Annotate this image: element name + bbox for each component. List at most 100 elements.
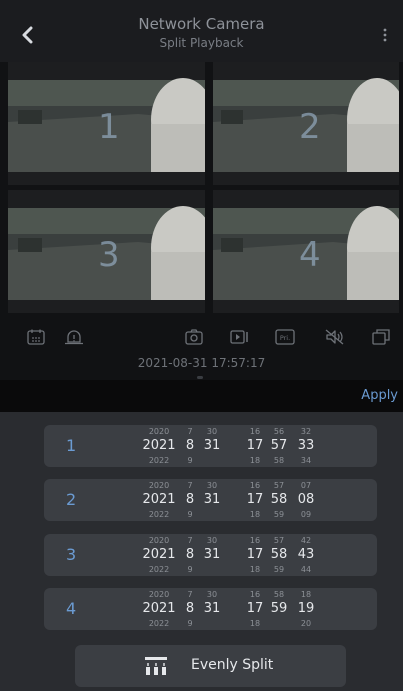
mute-icon <box>325 329 344 345</box>
month-option: 9 <box>187 510 193 519</box>
day-option <box>201 509 223 520</box>
video-cell[interactable]: 3 <box>8 190 205 313</box>
cell-number: 4 <box>299 235 321 275</box>
video-cell[interactable]: 4 <box>213 190 399 313</box>
alarm-bell-icon <box>65 330 83 345</box>
hour-picker[interactable]: 16 17 18 <box>245 480 265 520</box>
page-indicator <box>197 376 203 379</box>
apply-button[interactable]: Apply <box>361 388 398 403</box>
hour-option: 16 <box>249 590 261 599</box>
hour-option: 16 <box>249 481 261 490</box>
year-picker[interactable]: 2020 2021 2022 <box>136 480 182 520</box>
month-option: 7 <box>187 481 193 490</box>
pri-label: Pri. <box>280 334 290 342</box>
calendar-button[interactable] <box>24 326 48 348</box>
record-button[interactable] <box>228 326 252 348</box>
month-picker[interactable]: 7 8 9 <box>182 589 198 629</box>
apply-bar: Apply <box>0 380 403 412</box>
hour-selected: 17 <box>246 547 264 562</box>
evenly-split-button[interactable]: Evenly Split <box>75 645 346 687</box>
back-button[interactable] <box>14 22 40 48</box>
second-option: 32 <box>300 427 312 436</box>
day-option: 30 <box>206 590 218 599</box>
second-picker[interactable]: 18 19 20 <box>294 589 318 629</box>
record-video-icon <box>230 330 248 344</box>
pri-button[interactable]: Pri. <box>273 326 297 348</box>
month-option: 7 <box>187 590 193 599</box>
minute-option: 59 <box>273 510 285 519</box>
month-selected: 8 <box>185 547 195 562</box>
day-option <box>201 455 223 466</box>
year-selected: 2021 <box>142 601 176 616</box>
day-option: 30 <box>206 427 218 436</box>
camera-icon <box>185 329 203 345</box>
hour-selected: 17 <box>246 492 264 507</box>
video-cell[interactable]: 1 <box>8 62 205 185</box>
segment-row-1[interactable]: 1 2020 2021 2022 7 8 9 30 31 16 17 18 56 57 58 32 33 34 <box>44 425 377 467</box>
split-layout-button[interactable] <box>369 326 393 348</box>
year-selected: 2021 <box>142 438 176 453</box>
minute-picker[interactable]: 57 58 59 <box>269 535 289 575</box>
day-picker[interactable]: 30 31 <box>201 589 223 629</box>
hour-option: 16 <box>249 536 261 545</box>
year-selected: 2021 <box>142 547 176 562</box>
segment-row-3[interactable]: 3 2020 2021 2022 7 8 9 30 31 16 17 18 57 58 59 42 43 44 <box>44 534 377 576</box>
minute-option: 58 <box>273 456 285 465</box>
second-picker[interactable]: 07 08 09 <box>294 480 318 520</box>
year-option: 2022 <box>148 456 170 465</box>
minute-picker[interactable]: 58 59 <box>269 589 289 629</box>
minute-picker[interactable]: 57 58 59 <box>269 480 289 520</box>
year-picker[interactable]: 2020 2021 2022 <box>136 426 182 466</box>
second-picker[interactable]: 32 33 34 <box>294 426 318 466</box>
split-icon <box>372 329 390 345</box>
month-picker[interactable]: 7 8 9 <box>182 480 198 520</box>
year-selected: 2021 <box>142 492 176 507</box>
day-selected: 31 <box>203 601 221 616</box>
second-option: 44 <box>300 565 312 574</box>
year-picker[interactable]: 2020 2021 2022 <box>136 589 182 629</box>
month-option: 7 <box>187 536 193 545</box>
page-title: Network Camera <box>138 15 265 33</box>
snapshot-button[interactable] <box>182 326 206 348</box>
title-block: Network Camera Split Playback <box>60 14 343 52</box>
hour-option: 18 <box>249 565 261 574</box>
day-option <box>201 564 223 575</box>
second-picker[interactable]: 42 43 44 <box>294 535 318 575</box>
mute-button[interactable] <box>323 326 347 348</box>
day-picker[interactable]: 30 31 <box>201 426 223 466</box>
evenly-split-icon <box>145 657 167 675</box>
segment-row-4[interactable]: 4 2020 2021 2022 7 8 9 30 31 16 17 18 58 59 18 19 20 <box>44 588 377 630</box>
segment-number: 2 <box>66 490 77 509</box>
year-option: 2020 <box>148 536 170 545</box>
playback-timestamp: 2021-08-31 17:57:17 <box>137 356 266 370</box>
video-cell[interactable]: 2 <box>213 62 399 185</box>
alarm-button[interactable] <box>62 326 86 348</box>
minute-option <box>269 618 289 629</box>
day-option: 30 <box>206 481 218 490</box>
hour-picker[interactable]: 16 17 18 <box>245 589 265 629</box>
year-option: 2020 <box>148 481 170 490</box>
more-vertical-icon <box>383 28 387 42</box>
more-menu-button[interactable] <box>375 22 395 48</box>
second-selected: 43 <box>297 547 315 562</box>
day-selected: 31 <box>203 438 221 453</box>
minute-option: 59 <box>273 565 285 574</box>
minute-selected: 58 <box>270 492 288 507</box>
segment-row-2[interactable]: 2 2020 2021 2022 7 8 9 30 31 16 17 18 57 58 59 07 08 09 <box>44 479 377 521</box>
day-picker[interactable]: 30 31 <box>201 535 223 575</box>
hour-picker[interactable]: 16 17 18 <box>245 426 265 466</box>
cell-number: 3 <box>98 235 120 275</box>
minute-option: 58 <box>273 590 285 599</box>
month-option: 7 <box>187 427 193 436</box>
hour-option: 16 <box>249 427 261 436</box>
month-selected: 8 <box>185 438 195 453</box>
month-option: 9 <box>187 456 193 465</box>
hour-picker[interactable]: 16 17 18 <box>245 535 265 575</box>
month-picker[interactable]: 7 8 9 <box>182 535 198 575</box>
segment-number: 3 <box>66 545 77 564</box>
month-picker[interactable]: 7 8 9 <box>182 426 198 466</box>
minute-picker[interactable]: 56 57 58 <box>269 426 289 466</box>
year-option: 2020 <box>148 427 170 436</box>
day-picker[interactable]: 30 31 <box>201 480 223 520</box>
year-picker[interactable]: 2020 2021 2022 <box>136 535 182 575</box>
